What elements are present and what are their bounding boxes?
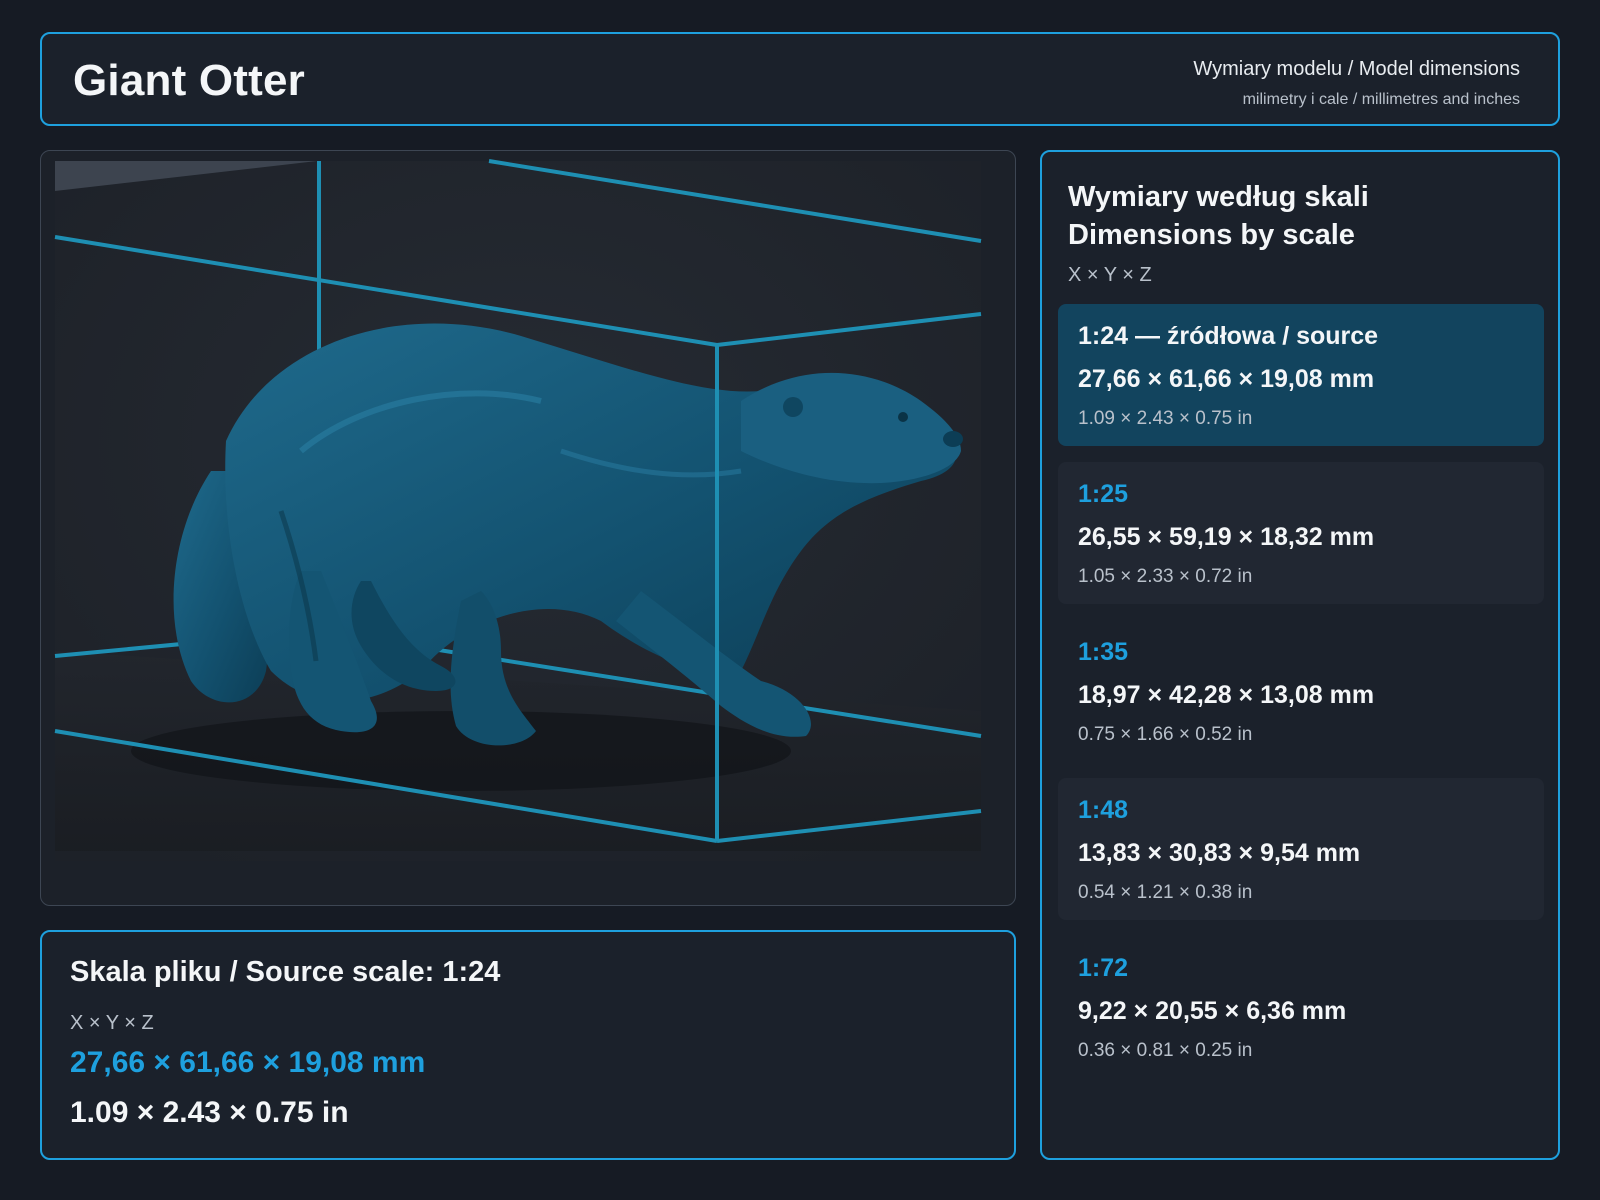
scales-panel: Wymiary według skali Dimensions by scale…	[1040, 150, 1560, 1160]
source-scale-title: Skala pliku / Source scale: 1:24	[70, 956, 501, 988]
scale-row-1-48[interactable]: 1:48 13,83 × 30,83 × 9,54 mm 0.54 × 1.21…	[1058, 778, 1544, 920]
scale-row-1-72[interactable]: 1:72 9,22 × 20,55 × 6,36 mm 0.36 × 0.81 …	[1058, 936, 1544, 1078]
scale-ratio: 1:35	[1078, 638, 1129, 666]
scale-list: 1:24 — źródłowa / source 27,66 × 61,66 ×…	[1058, 304, 1544, 1094]
scale-row-1-35[interactable]: 1:35 18,97 × 42,28 × 13,08 mm 0.75 × 1.6…	[1058, 620, 1544, 762]
scale-row-1-24[interactable]: 1:24 — źródłowa / source 27,66 × 61,66 ×…	[1058, 304, 1544, 446]
scales-axis-label: X × Y × Z	[1068, 264, 1152, 286]
scale-dimensions-mm: 26,55 × 59,19 × 18,32 mm	[1078, 523, 1375, 551]
header-bar: Giant Otter Wymiary modelu / Model dimen…	[40, 32, 1560, 126]
source-scale-card: Skala pliku / Source scale: 1:24 X × Y ×…	[40, 930, 1016, 1160]
source-dimensions-mm: 27,66 × 61,66 × 19,08 mm	[70, 1046, 426, 1079]
scale-ratio: 1:48	[1078, 796, 1129, 824]
header-subtitle: Wymiary modelu / Model dimensions	[1193, 58, 1520, 80]
header-units-note: milimetry i cale / millimetres and inche…	[1242, 91, 1520, 108]
source-dimensions-inches: 1.09 × 2.43 × 0.75 in	[70, 1096, 349, 1129]
source-axis-label: X × Y × Z	[70, 1012, 154, 1034]
model-viewer[interactable]	[40, 150, 1016, 906]
scale-dimensions-mm: 9,22 × 20,55 × 6,36 mm	[1078, 997, 1347, 1025]
scale-dimensions-inches: 0.54 × 1.21 × 0.38 in	[1078, 882, 1253, 903]
scale-dimensions-inches: 1.09 × 2.43 × 0.75 in	[1078, 408, 1253, 429]
page-title: Giant Otter	[73, 56, 305, 105]
scale-ratio: 1:25	[1078, 480, 1129, 508]
scale-ratio: 1:72	[1078, 954, 1129, 982]
scales-panel-title: Wymiary według skali Dimensions by scale	[1068, 178, 1369, 254]
scale-dimensions-mm: 18,97 × 42,28 × 13,08 mm	[1078, 681, 1375, 709]
header-meta: Wymiary modelu / Model dimensions milime…	[1193, 58, 1520, 109]
scale-dimensions-inches: 0.36 × 0.81 × 0.25 in	[1078, 1040, 1253, 1061]
scale-row-1-25[interactable]: 1:25 26,55 × 59,19 × 18,32 mm 1.05 × 2.3…	[1058, 462, 1544, 604]
scales-title-polish: Wymiary według skali	[1068, 181, 1369, 213]
scale-dimensions-inches: 0.75 × 1.66 × 0.52 in	[1078, 724, 1253, 745]
scale-dimensions-inches: 1.05 × 2.33 × 0.72 in	[1078, 566, 1253, 587]
scale-dimensions-mm: 13,83 × 30,83 × 9,54 mm	[1078, 839, 1361, 867]
scale-dimensions-mm: 27,66 × 61,66 × 19,08 mm	[1078, 365, 1375, 393]
scale-ratio: 1:24 — źródłowa / source	[1078, 322, 1379, 350]
otter-render	[54, 159, 982, 861]
scales-title-english: Dimensions by scale	[1068, 219, 1355, 251]
